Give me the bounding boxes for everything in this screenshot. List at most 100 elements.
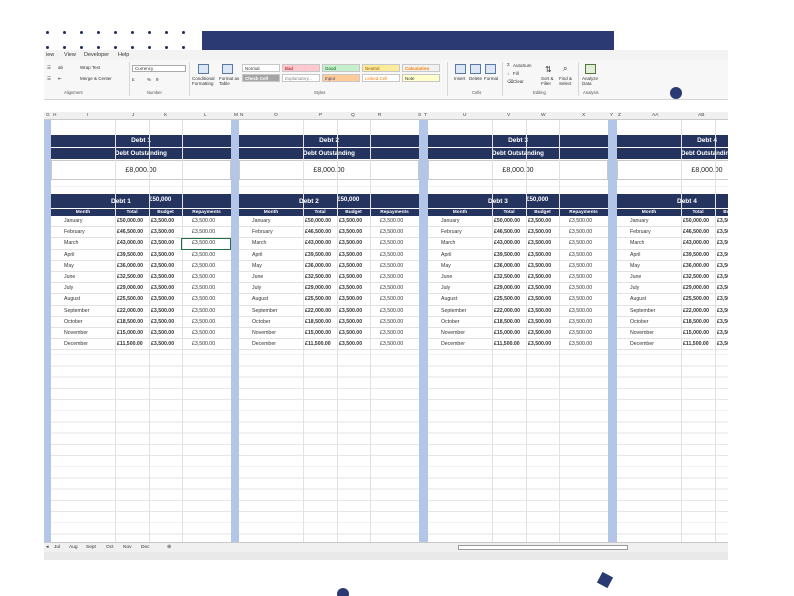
column-header-s[interactable]: S: [418, 113, 421, 118]
conditional-formatting-button[interactable]: Conditional Formatting: [192, 76, 218, 86]
budget-cell[interactable]: £3,500.00: [339, 296, 362, 302]
total-cell[interactable]: £15,000.00: [305, 330, 331, 336]
total-cell[interactable]: £25,500.00: [494, 296, 520, 302]
budget-cell[interactable]: £3,500.00: [717, 218, 728, 224]
month-cell[interactable]: October: [252, 319, 270, 325]
style-check-cell[interactable]: Check Cell: [242, 74, 280, 82]
total-cell[interactable]: £36,000.00: [494, 263, 520, 269]
month-cell[interactable]: October: [630, 319, 648, 325]
total-cell[interactable]: £39,500.00: [117, 252, 143, 258]
format-as-table-button[interactable]: Format as Table: [219, 76, 241, 86]
month-cell[interactable]: August: [252, 296, 268, 302]
format-cells-button[interactable]: Format: [484, 76, 498, 81]
total-cell[interactable]: £29,000.00: [683, 285, 709, 291]
indent-icon[interactable]: ⇤: [58, 76, 62, 82]
month-cell[interactable]: September: [630, 308, 655, 314]
budget-cell[interactable]: £3,500.00: [339, 240, 362, 246]
budget-cell[interactable]: £3,500.00: [528, 285, 551, 291]
sheet-tab-nov[interactable]: Nov: [123, 545, 132, 550]
repayment-cell[interactable]: £3,500.00: [380, 240, 403, 246]
total-cell[interactable]: £39,500.00: [683, 252, 709, 258]
style-linked-cell[interactable]: Linked Cell: [362, 74, 400, 82]
total-cell[interactable]: £43,000.00: [117, 240, 143, 246]
column-header-y[interactable]: Y: [610, 113, 613, 118]
total-cell[interactable]: £43,000.00: [305, 240, 331, 246]
month-cell[interactable]: October: [441, 319, 459, 325]
debt-outstanding-value[interactable]: £8,000.00: [617, 160, 728, 180]
repayment-cell[interactable]: £3,500.00: [569, 274, 592, 280]
style-note[interactable]: Note: [402, 74, 440, 82]
fill-icon[interactable]: ↓: [507, 71, 509, 76]
month-cell[interactable]: July: [630, 285, 639, 291]
budget-cell[interactable]: £3,500.00: [151, 319, 174, 325]
column-header-u[interactable]: U: [463, 113, 466, 118]
total-cell[interactable]: £29,000.00: [494, 285, 520, 291]
month-cell[interactable]: January: [441, 218, 459, 224]
style-bad[interactable]: Bad: [282, 64, 320, 72]
debt-outstanding-value[interactable]: £8,000.00: [428, 160, 608, 180]
repayment-cell[interactable]: £3,500.00: [569, 308, 592, 314]
column-header-i[interactable]: I: [87, 113, 88, 118]
analyze-data-button[interactable]: Analyze Data: [582, 76, 600, 86]
month-cell[interactable]: December: [441, 341, 465, 347]
total-cell[interactable]: £36,000.00: [117, 263, 143, 269]
budget-cell[interactable]: £3,500.00: [339, 319, 362, 325]
month-cell[interactable]: July: [252, 285, 261, 291]
column-header-l[interactable]: L: [204, 113, 207, 118]
total-cell[interactable]: £15,000.00: [683, 330, 709, 336]
sheet-tab-dec[interactable]: Dec: [141, 545, 150, 550]
comma-format-button[interactable]: 9: [156, 77, 159, 82]
month-cell[interactable]: December: [252, 341, 276, 347]
repayment-cell[interactable]: £3,500.00: [380, 274, 403, 280]
month-cell[interactable]: October: [64, 319, 82, 325]
month-cell[interactable]: May: [630, 263, 640, 269]
add-sheet-icon[interactable]: ⊕: [167, 545, 171, 550]
repayment-cell[interactable]: £3,500.00: [192, 218, 215, 224]
column-header-t[interactable]: T: [424, 113, 427, 118]
repayment-cell[interactable]: £3,500.00: [380, 319, 403, 325]
sheet-nav-icon[interactable]: ◂: [46, 545, 48, 550]
month-cell[interactable]: June: [252, 274, 263, 280]
budget-cell[interactable]: £3,500.00: [528, 319, 551, 325]
column-header-j[interactable]: J: [132, 113, 134, 118]
repayment-cell[interactable]: £3,500.00: [380, 218, 403, 224]
delete-cells-button[interactable]: Delete: [469, 76, 482, 81]
repayment-cell[interactable]: £3,500.00: [192, 263, 215, 269]
total-cell[interactable]: £50,000.00: [117, 218, 143, 224]
repayment-cell[interactable]: £3,500.00: [192, 274, 215, 280]
repayment-cell[interactable]: £3,500.00: [192, 330, 215, 336]
month-cell[interactable]: September: [441, 308, 466, 314]
total-cell[interactable]: £46,500.00: [305, 229, 331, 235]
sheet-tab-sept[interactable]: Sept: [86, 545, 96, 550]
month-cell[interactable]: June: [630, 274, 641, 280]
month-cell[interactable]: November: [630, 330, 654, 336]
column-header-p[interactable]: P: [319, 113, 322, 118]
style-normal[interactable]: Normal: [242, 64, 280, 72]
repayment-cell[interactable]: £3,500.00: [569, 330, 592, 336]
total-cell[interactable]: £22,000.00: [305, 308, 331, 314]
month-cell[interactable]: March: [630, 240, 644, 246]
repayment-cell[interactable]: £3,500.00: [192, 285, 215, 291]
style-explanatory[interactable]: Explanatory...: [282, 74, 320, 82]
month-cell[interactable]: September: [64, 308, 89, 314]
delete-cells-icon[interactable]: [470, 64, 481, 74]
month-cell[interactable]: February: [441, 229, 462, 235]
fill-button[interactable]: Fill: [513, 71, 519, 76]
budget-cell[interactable]: £3,500.00: [717, 296, 728, 302]
budget-cell[interactable]: £3,500.00: [151, 285, 174, 291]
debt-outstanding-value[interactable]: £8,000.00: [239, 160, 419, 180]
orientation-icon[interactable]: ab: [58, 65, 63, 70]
sheet-tab-jul[interactable]: Jul: [54, 545, 60, 550]
repayment-cell[interactable]: £3,500.00: [569, 229, 592, 235]
budget-cell[interactable]: £3,500.00: [717, 240, 728, 246]
conditional-formatting-icon[interactable]: [198, 64, 209, 74]
month-cell[interactable]: May: [252, 263, 262, 269]
budget-cell[interactable]: £3,500.00: [339, 274, 362, 280]
budget-cell[interactable]: £3,500.00: [151, 252, 174, 258]
total-cell[interactable]: £39,500.00: [494, 252, 520, 258]
budget-cell[interactable]: £3,500.00: [151, 229, 174, 235]
repayment-cell[interactable]: £3,500.00: [569, 285, 592, 291]
budget-cell[interactable]: £3,500.00: [528, 341, 551, 347]
style-neutral[interactable]: Neutral: [362, 64, 400, 72]
style-calculation[interactable]: Calculation: [402, 64, 440, 72]
